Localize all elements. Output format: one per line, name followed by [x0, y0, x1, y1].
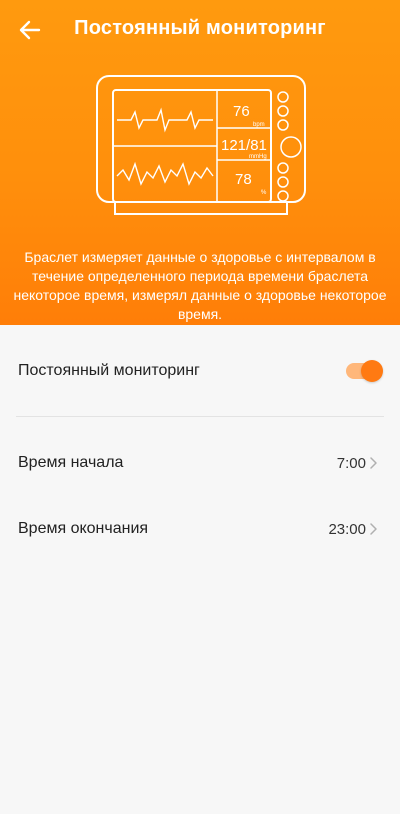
end-time-row[interactable]: Время окончания 23:00: [0, 508, 400, 550]
oxygen-unit: %: [261, 190, 267, 196]
blood-pressure-value: 121/81: [221, 137, 267, 154]
continuous-monitoring-row: Постоянный мониторинг: [0, 350, 400, 392]
toggle-knob: [361, 360, 383, 382]
divider: [16, 416, 384, 417]
end-time-value: 23:00: [328, 520, 366, 538]
continuous-monitoring-toggle[interactable]: [346, 360, 383, 382]
start-time-value: 7:00: [336, 454, 366, 472]
start-time-label: Время начала: [18, 454, 124, 471]
page-title: Постоянный мониторинг: [74, 17, 326, 39]
heart-rate-unit: bpm: [253, 122, 265, 128]
start-time-row[interactable]: Время начала 7:00: [0, 442, 400, 484]
continuous-monitoring-label: Постоянный мониторинг: [18, 362, 200, 379]
heart-rate-value: 76: [233, 103, 250, 120]
chevron-right-icon: [370, 523, 377, 535]
oxygen-value: 78: [235, 171, 252, 188]
header-banner: Постоянный мониторинг 76 bpm 121/81 mmHg…: [0, 0, 400, 325]
ecg-wave-bottom: [116, 161, 214, 186]
chevron-right-icon: [370, 457, 377, 469]
health-monitor-illustration: 76 bpm 121/81 mmHg 78 %: [96, 75, 306, 215]
description-text: Браслет измеряет данные о здоровье с инт…: [13, 249, 387, 322]
ecg-wave-top: [117, 107, 213, 133]
blood-pressure-unit: mmHg: [249, 154, 267, 160]
end-time-label: Время окончания: [18, 520, 149, 537]
